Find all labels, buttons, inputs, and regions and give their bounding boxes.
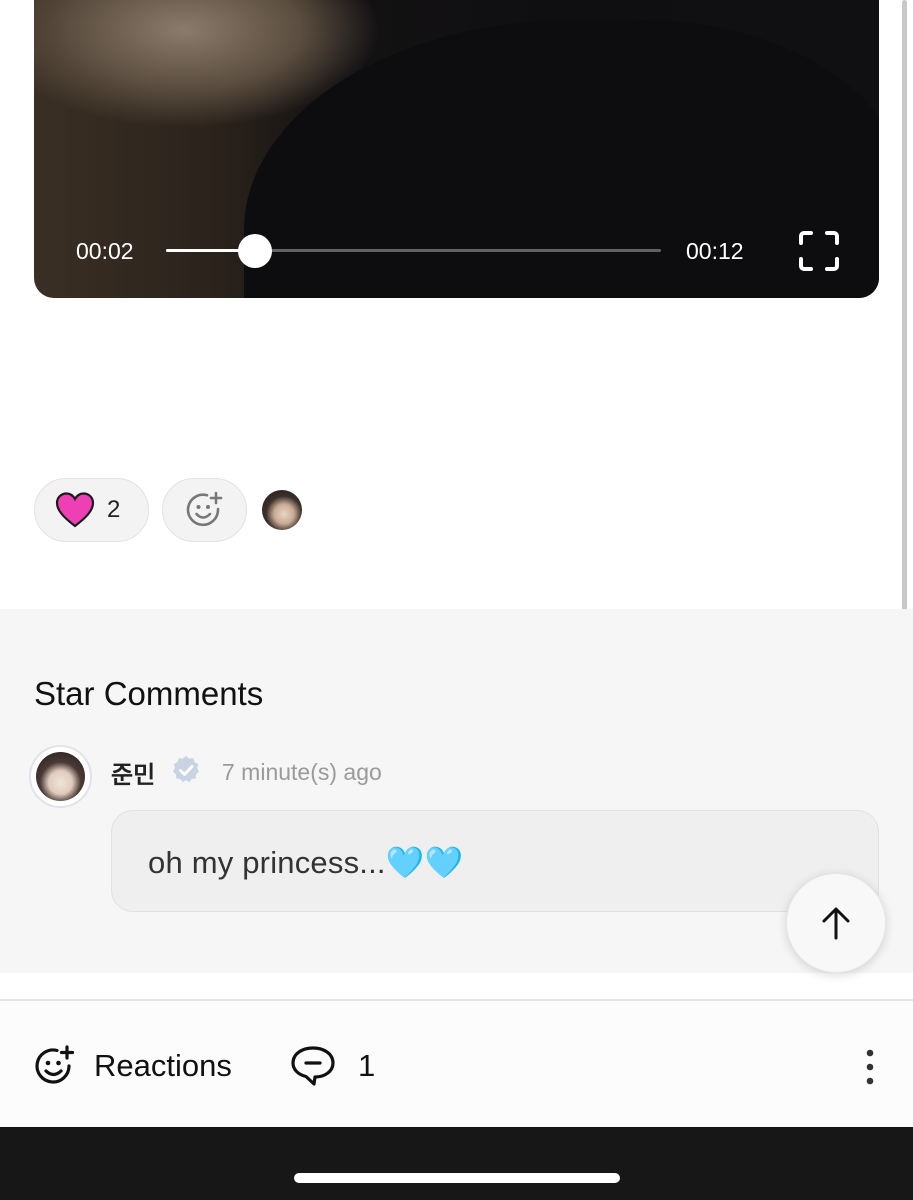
video-current-time: 00:02: [76, 238, 134, 264]
home-indicator[interactable]: [294, 1173, 620, 1183]
verified-badge-icon: [173, 756, 199, 783]
more-options-icon[interactable]: [856, 1047, 884, 1087]
heart-icon: [55, 492, 95, 528]
add-reaction-icon: [35, 1045, 75, 1084]
video-progress-handle[interactable]: [238, 234, 273, 268]
fullscreen-icon[interactable]: [798, 230, 840, 272]
video-player[interactable]: 00:02 00:12: [34, 0, 879, 298]
heart-reaction-count: 2: [107, 496, 121, 523]
comment-bubble-icon: [291, 1046, 335, 1086]
commenter-avatar[interactable]: [29, 745, 92, 808]
video-frame: [244, 20, 879, 298]
system-navigation-bar: [0, 1127, 913, 1200]
reactor-avatar[interactable]: [262, 490, 302, 530]
star-comments-section: Star Comments 준민 7 minute(s) ago oh my p…: [0, 609, 913, 973]
arrow-up-icon: [822, 907, 850, 940]
add-emoji-icon: [186, 491, 222, 527]
reactions-button[interactable]: Reactions: [34, 1045, 232, 1087]
comments-button[interactable]: 1: [290, 1045, 375, 1087]
scroll-to-top-button[interactable]: [786, 873, 886, 973]
add-reaction-button[interactable]: [162, 478, 247, 542]
post-action-bar: Reactions 1: [0, 1001, 913, 1127]
commenter-name[interactable]: 준민: [111, 755, 155, 790]
comment-bubble[interactable]: oh my princess...🩵🩵: [111, 810, 879, 912]
comment-text: oh my princess...🩵🩵: [148, 845, 464, 880]
video-total-time: 00:12: [686, 238, 744, 264]
heart-reaction-button[interactable]: 2: [34, 478, 149, 542]
video-progress-bar[interactable]: [166, 234, 661, 268]
comment-timestamp: 7 minute(s) ago: [222, 759, 382, 785]
comment-count: 1: [358, 1048, 376, 1083]
reactions-label: Reactions: [94, 1048, 232, 1083]
section-title: Star Comments: [34, 675, 264, 712]
